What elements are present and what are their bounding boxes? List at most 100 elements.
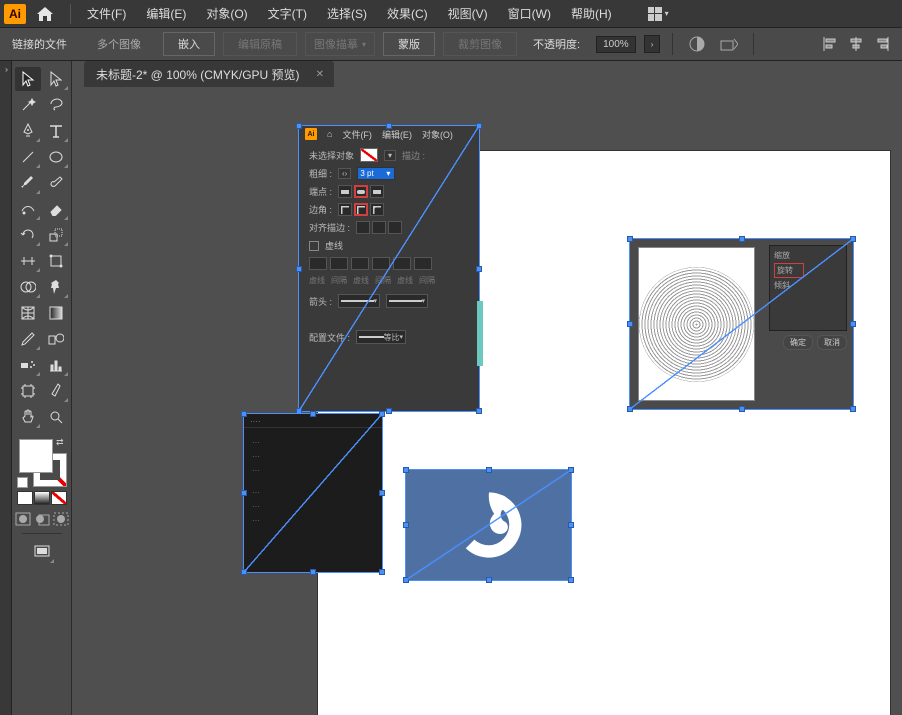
menu-edit[interactable]: 编辑(E) xyxy=(136,5,196,22)
align-right-icon[interactable] xyxy=(870,32,894,56)
multi-image-label: 多个图像 xyxy=(83,36,155,52)
default-colors-icon[interactable] xyxy=(17,477,28,488)
arrow-end-dd: ▾ xyxy=(386,294,428,308)
menu-select[interactable]: 选择(S) xyxy=(317,5,377,22)
fill-stroke-swatch[interactable]: ⇄ xyxy=(17,437,67,487)
column-graph-tool[interactable] xyxy=(43,353,69,377)
arrow-start-dd: ▾ xyxy=(338,294,380,308)
mask-button[interactable]: 蒙版 xyxy=(383,32,435,56)
divider xyxy=(22,533,62,534)
opacity-chevron-icon[interactable]: › xyxy=(644,35,660,53)
menu-window[interactable]: 窗口(W) xyxy=(498,5,561,22)
magic-wand-tool[interactable] xyxy=(15,93,41,117)
menu-object[interactable]: 对象(O) xyxy=(196,5,257,22)
slice-tool[interactable] xyxy=(43,379,69,403)
ellipse-tool[interactable] xyxy=(43,145,69,169)
dash-field xyxy=(414,257,432,270)
workspace-switcher[interactable]: ▾ xyxy=(642,4,675,24)
linked-image-1[interactable]: Ai ⌂ 文件(F) 编辑(E) 对象(O) 未选择对象 ▾ 描边 : 粗细 : xyxy=(298,125,480,412)
none-color-icon[interactable] xyxy=(51,491,67,505)
emb-cap-lbl: 端点 : xyxy=(309,185,332,198)
menu-bar: Ai 文件(F) 编辑(E) 对象(O) 文字(T) 选择(S) 效果(C) 视… xyxy=(0,0,902,28)
logo-icon xyxy=(446,482,532,568)
doc-setup-icon[interactable] xyxy=(717,32,741,56)
edit-original-button: 编辑原稿 xyxy=(223,32,297,56)
direct-selection-tool[interactable] xyxy=(43,67,69,91)
gradient-tool[interactable] xyxy=(43,301,69,325)
screen-mode-icon[interactable] xyxy=(29,540,55,564)
emb-weight-input: 3 pt▾ xyxy=(357,167,395,180)
join-bevel-icon xyxy=(370,203,384,216)
menu-help[interactable]: 帮助(H) xyxy=(561,5,622,22)
linked-image-2[interactable]: ···· ·················· xyxy=(243,413,383,573)
selection-tool[interactable] xyxy=(15,67,41,91)
line-tool[interactable] xyxy=(15,145,41,169)
cap-sq-icon xyxy=(370,185,384,198)
mini-home-icon: ⌂ xyxy=(327,129,332,139)
emb-menu-edit: 编辑(E) xyxy=(382,128,412,141)
emb-align-lbl: 对齐描边 : xyxy=(309,221,350,234)
blob-brush-tool[interactable] xyxy=(43,171,69,195)
embed-button[interactable]: 嵌入 xyxy=(163,32,215,56)
opacity-input[interactable]: 100% xyxy=(596,36,636,53)
green-accent xyxy=(477,301,483,366)
align-left-icon[interactable] xyxy=(818,32,842,56)
emb-corner-lbl: 边角 : xyxy=(309,203,332,216)
spiral-artwork xyxy=(638,247,755,401)
chevron-down-icon: ▾ xyxy=(665,9,669,18)
draw-normal-icon[interactable] xyxy=(14,511,32,527)
transparency-icon[interactable] xyxy=(685,32,709,56)
linked-image-3[interactable] xyxy=(405,469,572,581)
chevron-right-icon: ›› xyxy=(5,65,6,715)
panel-collapse-strip[interactable]: ›› xyxy=(0,61,12,715)
emb-unselected: 未选择对象 xyxy=(309,149,354,162)
crop-image-button: 裁剪图像 xyxy=(443,32,517,56)
artboard-tool[interactable] xyxy=(15,379,41,403)
join-round-icon xyxy=(354,203,368,216)
scale-tool[interactable] xyxy=(43,223,69,247)
image-trace-button: 图像描摹▾ xyxy=(305,32,375,56)
home-icon[interactable] xyxy=(34,3,56,25)
paintbrush-tool[interactable] xyxy=(15,171,41,195)
lasso-tool[interactable] xyxy=(43,93,69,117)
profile-dd: 等比▾ xyxy=(356,330,406,344)
canvas[interactable]: 未标题-2* @ 100% (CMYK/GPU 预览) ✕ Ai ⌂ 文件(F)… xyxy=(72,61,902,715)
pin-tool[interactable] xyxy=(43,275,69,299)
rotate-tool[interactable] xyxy=(15,223,41,247)
dash-lbl: 间隔 xyxy=(419,275,435,286)
symbol-sprayer-tool[interactable] xyxy=(15,353,41,377)
shaper-tool[interactable] xyxy=(15,197,41,221)
blend-tool[interactable] xyxy=(43,327,69,351)
draw-behind-icon[interactable] xyxy=(33,511,51,527)
mini-ai-logo-icon: Ai xyxy=(305,128,317,140)
swap-icon[interactable]: ⇄ xyxy=(56,437,64,448)
draw-inside-icon[interactable] xyxy=(52,511,70,527)
eyedropper-tool[interactable] xyxy=(15,327,41,351)
dash-lbl: 虚线 xyxy=(397,275,413,286)
align-hcenter-icon[interactable] xyxy=(844,32,868,56)
hand-tool[interactable] xyxy=(15,405,41,429)
linked-image-4[interactable]: 缩放 旋转 倾斜 确定 取消 xyxy=(629,238,854,410)
gradient-color-icon[interactable] xyxy=(34,491,50,505)
pen-tool[interactable] xyxy=(15,119,41,143)
menu-view[interactable]: 视图(V) xyxy=(438,5,498,22)
type-tool[interactable] xyxy=(43,119,69,143)
emb-stroke-lbl: 描边 : xyxy=(402,149,425,162)
emb-menu-file: 文件(F) xyxy=(342,128,372,141)
menu-effect[interactable]: 效果(C) xyxy=(377,5,438,22)
divider xyxy=(70,4,71,24)
width-tool[interactable] xyxy=(15,249,41,273)
menu-file[interactable]: 文件(F) xyxy=(77,5,136,22)
align-center-icon xyxy=(356,221,370,234)
solid-color-icon[interactable] xyxy=(17,491,33,505)
menu-text[interactable]: 文字(T) xyxy=(258,5,317,22)
emb-weight-lbl: 粗细 : xyxy=(309,167,332,180)
free-transform-tool[interactable] xyxy=(43,249,69,273)
shape-builder-tool[interactable] xyxy=(15,275,41,299)
mesh-tool[interactable] xyxy=(15,301,41,325)
zoom-tool[interactable] xyxy=(43,405,69,429)
emb4-panel: 缩放 旋转 倾斜 xyxy=(769,245,847,331)
dash-field xyxy=(351,257,369,270)
emb-arrow-lbl: 箭头 : xyxy=(309,295,332,308)
eraser-tool[interactable] xyxy=(43,197,69,221)
